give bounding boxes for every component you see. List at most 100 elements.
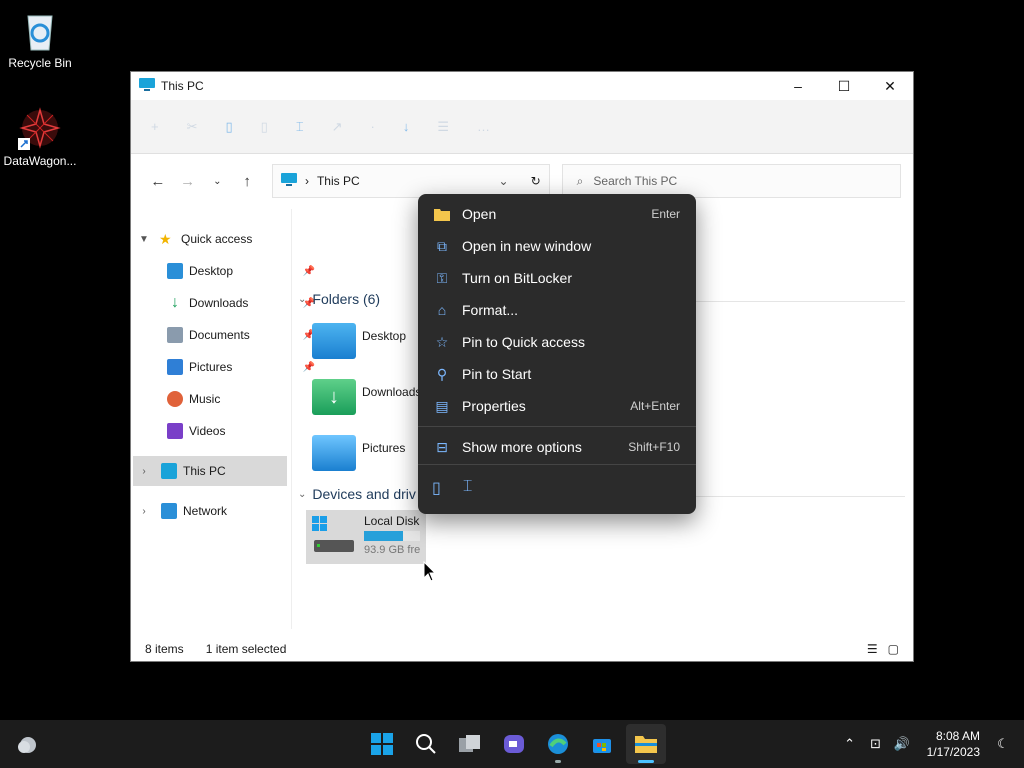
this-pc-icon bbox=[139, 77, 155, 95]
menu-separator bbox=[418, 426, 696, 427]
clock-date: 1/17/2023 bbox=[926, 745, 980, 759]
videos-icon bbox=[167, 423, 183, 439]
network-icon[interactable]: ⊡ bbox=[863, 736, 889, 752]
menu-item-properties[interactable]: ▤ Properties Alt+Enter bbox=[418, 391, 696, 421]
command-bar: + ✂ ▯ ▯ ⌶ ↗ · ↓ ☰ … bbox=[131, 100, 913, 154]
downloads-folder-icon: ↓ bbox=[312, 379, 356, 415]
menu-separator bbox=[418, 464, 696, 465]
paste-icon[interactable]: ▯ bbox=[261, 119, 268, 135]
back-button[interactable]: ← bbox=[143, 173, 173, 190]
refresh-button[interactable]: ↻ bbox=[531, 174, 541, 188]
desktop-icon-label: DataWagon... bbox=[3, 154, 77, 168]
rename-icon[interactable]: ⌶ bbox=[296, 119, 304, 135]
taskbar: ⌃ ⊡ 🔊 8:08 AM 1/17/2023 ☾ bbox=[0, 720, 1024, 768]
datawagon-app-icon bbox=[18, 106, 62, 150]
share-icon[interactable]: ↗ bbox=[332, 119, 343, 135]
address-location: This PC bbox=[316, 174, 360, 188]
title-bar[interactable]: This PC – ☐ ✕ bbox=[131, 72, 913, 100]
new-window-icon: ⧉ bbox=[437, 237, 447, 254]
more-icon[interactable]: … bbox=[477, 119, 490, 134]
address-bar[interactable]: › This PC ⌄ ↻ bbox=[271, 164, 550, 198]
key-icon: ⚿ bbox=[436, 269, 448, 286]
menu-item-pin-quick-access[interactable]: ☆ Pin to Quick access bbox=[418, 327, 696, 357]
desktop-icon-datawagon[interactable]: DataWagon... bbox=[0, 106, 80, 168]
view-icon[interactable]: ☰ bbox=[437, 119, 449, 135]
nav-quick-access[interactable]: ▼ ★ Quick access bbox=[137, 224, 291, 254]
folder-desktop[interactable]: Desktop bbox=[312, 323, 422, 373]
start-button[interactable] bbox=[362, 724, 402, 764]
sort-icon[interactable]: ↓ bbox=[403, 119, 410, 134]
desktop-folder-icon bbox=[167, 263, 183, 279]
items-count: 8 items bbox=[145, 642, 184, 656]
window-title: This PC bbox=[161, 79, 204, 93]
chevron-up-icon[interactable]: ⌃ bbox=[837, 736, 863, 752]
desktop-icon-label: Recycle Bin bbox=[8, 56, 72, 70]
chevron-right-icon[interactable]: › bbox=[137, 506, 151, 517]
properties-icon: ▤ bbox=[435, 397, 449, 414]
weather-icon bbox=[18, 737, 36, 753]
menu-item-open-new-window[interactable]: ⧉ Open in new window bbox=[418, 231, 696, 261]
disk-usage-fill bbox=[364, 531, 404, 541]
clock-time: 8:08 AM bbox=[935, 729, 980, 743]
breadcrumb-separator-icon: › bbox=[304, 174, 309, 188]
delete-icon[interactable]: · bbox=[371, 119, 375, 134]
details-view-icon[interactable]: ☰ bbox=[867, 642, 878, 656]
clock[interactable]: 8:08 AM 1/17/2023 bbox=[927, 728, 980, 760]
edge-button[interactable] bbox=[538, 724, 578, 764]
up-button[interactable]: ↑ bbox=[232, 173, 262, 190]
pin-icon: ⚲ bbox=[436, 365, 448, 382]
new-icon[interactable]: + bbox=[151, 119, 159, 134]
search-input[interactable]: ⌕ Search This PC bbox=[561, 164, 901, 198]
address-dropdown-button[interactable]: ⌄ bbox=[499, 174, 509, 188]
format-icon: ⌂ bbox=[437, 302, 447, 318]
folder-downloads[interactable]: ↓ Downloads bbox=[312, 379, 422, 429]
chat-button[interactable] bbox=[494, 724, 534, 764]
maximize-button[interactable]: ☐ bbox=[821, 72, 867, 100]
search-placeholder: Search This PC bbox=[593, 174, 678, 188]
menu-item-open[interactable]: Open Enter bbox=[418, 199, 696, 229]
recycle-bin-icon bbox=[18, 8, 62, 52]
nav-item-this-pc[interactable]: › This PC bbox=[133, 456, 287, 486]
widgets-button[interactable] bbox=[16, 732, 40, 759]
search-button[interactable] bbox=[406, 724, 446, 764]
minimize-button[interactable]: – bbox=[775, 72, 821, 100]
menu-item-pin-start[interactable]: ⚲ Pin to Start bbox=[418, 359, 696, 389]
menu-item-format[interactable]: ⌂ Format... bbox=[418, 295, 696, 325]
focus-assist-icon[interactable]: ☾ bbox=[990, 736, 1016, 752]
pictures-icon bbox=[167, 359, 183, 375]
file-explorer-button[interactable] bbox=[626, 724, 666, 764]
rename-icon[interactable]: ⌶ bbox=[463, 478, 473, 498]
windows-drive-icon bbox=[310, 514, 356, 558]
store-button[interactable] bbox=[582, 724, 622, 764]
chevron-right-icon[interactable]: › bbox=[137, 466, 151, 477]
task-view-button[interactable] bbox=[450, 724, 490, 764]
mouse-cursor-icon bbox=[423, 560, 437, 586]
this-pc-icon bbox=[280, 172, 297, 190]
copy-icon[interactable]: ▯ bbox=[226, 119, 233, 135]
running-indicator bbox=[555, 760, 561, 763]
pictures-folder-icon bbox=[312, 435, 356, 471]
star-icon: ☆ bbox=[435, 333, 449, 350]
context-quick-actions: ▯ ⌶ bbox=[432, 478, 472, 498]
disk-free-space: 93.9 GB fre bbox=[364, 544, 421, 556]
desktop-icon-recycle-bin[interactable]: Recycle Bin bbox=[0, 8, 80, 70]
volume-icon[interactable]: 🔊 bbox=[889, 736, 915, 752]
tiles-view-icon[interactable]: ▢ bbox=[888, 642, 899, 656]
task-view-icon bbox=[459, 735, 480, 752]
folders-group-header[interactable]: ⌄ Folders (6) bbox=[298, 291, 380, 307]
close-button[interactable]: ✕ bbox=[867, 72, 913, 100]
local-disk-item[interactable]: Local Disk 93.9 GB fre bbox=[306, 510, 426, 564]
recent-locations-button[interactable]: ⌄ bbox=[202, 176, 232, 187]
chevron-down-icon[interactable]: ▼ bbox=[137, 234, 151, 245]
menu-item-bitlocker[interactable]: ⚿ Turn on BitLocker bbox=[418, 263, 696, 293]
cut-icon[interactable]: ✂ bbox=[187, 119, 198, 135]
devices-group-header[interactable]: ⌄ Devices and driv bbox=[298, 486, 416, 502]
chevron-down-icon: ⌄ bbox=[298, 293, 307, 305]
forward-button[interactable]: → bbox=[173, 173, 203, 190]
menu-item-show-more-options[interactable]: ⊟ Show more options Shift+F10 bbox=[418, 432, 696, 462]
folder-pictures[interactable]: Pictures bbox=[312, 435, 422, 485]
disk-usage-bar bbox=[364, 531, 420, 541]
nav-item-network[interactable]: › Network bbox=[137, 496, 291, 526]
this-pc-icon bbox=[161, 463, 177, 479]
copy-icon[interactable]: ▯ bbox=[432, 478, 441, 498]
